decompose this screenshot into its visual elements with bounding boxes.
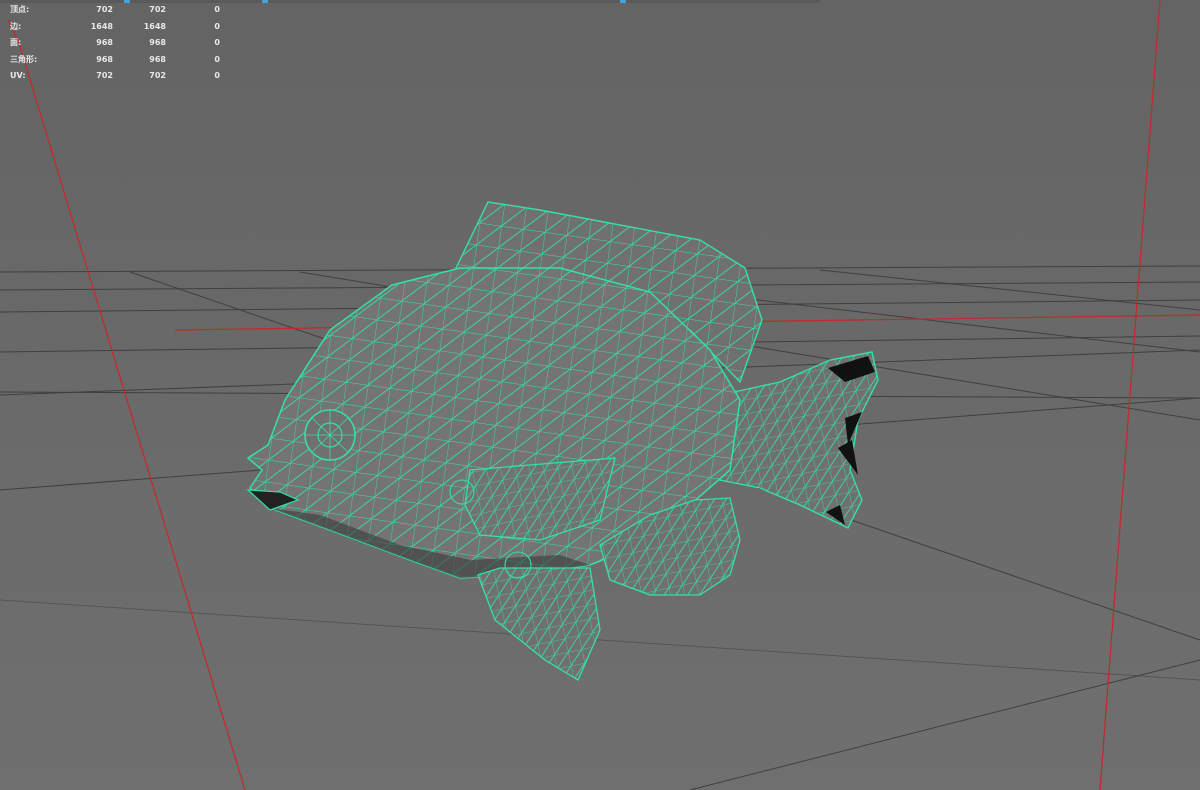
hud-row-uvs: UV: 702 702 0 bbox=[10, 68, 220, 85]
hud-row-faces: 面: 968 968 0 bbox=[10, 35, 220, 52]
poly-count-hud: 顶点: 702 702 0 边: 1648 1648 0 面: 968 968 … bbox=[10, 2, 220, 85]
hud-value: 0 bbox=[214, 5, 220, 14]
hud-value: 0 bbox=[214, 54, 220, 64]
hud-label: 面: bbox=[10, 38, 22, 47]
hud-value: 968 bbox=[96, 54, 113, 64]
hud-label: 边: bbox=[10, 21, 22, 31]
hud-row-triangles: 三角形: 968 968 0 bbox=[10, 52, 220, 69]
hud-row-vertices: 顶点: 702 702 0 bbox=[10, 2, 220, 19]
hud-value: 702 bbox=[149, 71, 166, 80]
fish-mesh[interactable] bbox=[246, 201, 879, 681]
toolbar-marker bbox=[620, 0, 626, 3]
hud-label: 三角形: bbox=[10, 54, 38, 64]
hud-label: UV: bbox=[10, 71, 26, 80]
hud-value: 968 bbox=[96, 38, 113, 47]
hud-value: 1648 bbox=[143, 21, 166, 31]
hud-label: 顶点: bbox=[10, 5, 30, 14]
hud-value: 702 bbox=[96, 71, 113, 80]
hud-value: 702 bbox=[96, 5, 113, 14]
hud-value: 0 bbox=[214, 71, 220, 80]
hud-row-edges: 边: 1648 1648 0 bbox=[10, 19, 220, 36]
hud-value: 702 bbox=[149, 5, 166, 14]
hud-value: 968 bbox=[149, 54, 166, 64]
toolbar-marker bbox=[262, 0, 268, 3]
hud-value: 0 bbox=[214, 21, 220, 31]
3d-viewport[interactable]: 顶点: 702 702 0 边: 1648 1648 0 面: 968 968 … bbox=[0, 0, 1200, 790]
viewport-scene[interactable] bbox=[0, 0, 1200, 790]
hud-value: 968 bbox=[149, 38, 166, 47]
hud-value: 1648 bbox=[90, 21, 113, 31]
hud-value: 0 bbox=[214, 38, 220, 47]
